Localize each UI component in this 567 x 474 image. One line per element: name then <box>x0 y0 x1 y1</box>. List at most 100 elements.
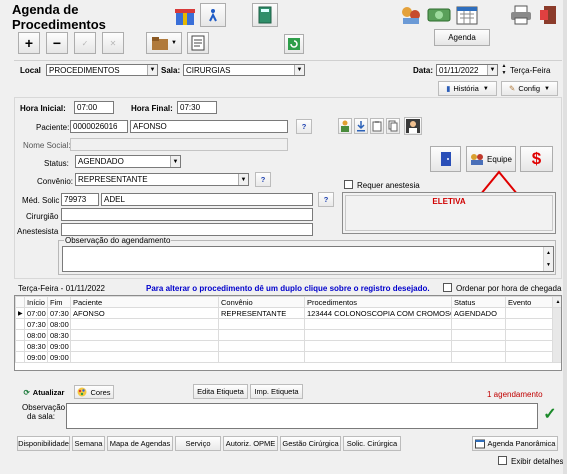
date-value: 01/11/2022 <box>439 66 479 75</box>
accessibility-icon[interactable] <box>200 3 226 27</box>
book-icon: ▮ <box>446 84 451 93</box>
money-icon[interactable] <box>426 3 452 27</box>
column-header[interactable]: Convênio <box>218 296 305 308</box>
config-button[interactable]: ✎ Config ▼ <box>501 81 558 96</box>
table-cell: 08:30 <box>47 329 71 341</box>
chevron-down-icon: ▼ <box>170 156 180 167</box>
table-cell <box>451 340 506 352</box>
column-header[interactable]: Evento <box>505 296 553 308</box>
patient-person-icon[interactable] <box>338 118 352 134</box>
agenda-panoramica-button[interactable]: Agenda Panorâmica <box>472 436 558 451</box>
status-label: Status: <box>44 159 69 168</box>
schedule-grid[interactable]: Início Fim Paciente Convênio Procediment… <box>14 295 562 371</box>
observacao-textarea[interactable]: ▲ ▼ <box>62 246 554 272</box>
tab-gestao-cirurgica[interactable]: Gestão Cirúrgica <box>280 436 341 451</box>
paciente-name-field[interactable]: AFONSO <box>130 120 288 133</box>
med-solic-help-button[interactable]: ? <box>318 192 334 207</box>
date-field[interactable]: 01/11/2022 ▼ <box>436 64 498 76</box>
table-cell: AFONSO <box>70 307 219 319</box>
copy-icon[interactable] <box>386 118 400 134</box>
download-icon[interactable] <box>354 118 368 134</box>
folder-icon[interactable]: ▼ <box>146 32 182 54</box>
edita-etiqueta-button[interactable]: Edita Etiqueta <box>193 384 248 399</box>
exit-door-icon[interactable] <box>536 3 562 27</box>
calculator-icon[interactable] <box>252 3 278 27</box>
tab-mapa-de-agendas[interactable]: Mapa de Agendas <box>107 436 173 451</box>
door-icon[interactable] <box>430 146 461 172</box>
table-cell: 08:00 <box>47 318 71 330</box>
med-solic-name-field[interactable]: ADEL <box>101 193 313 206</box>
table-cell <box>304 318 452 330</box>
hora-inicial-field[interactable]: 07:00 <box>74 101 114 114</box>
obs-sala-textarea[interactable] <box>66 403 538 429</box>
column-header[interactable]: Fim <box>47 296 71 308</box>
anestesista-field[interactable] <box>61 223 313 236</box>
exibir-detalhes-checkbox[interactable] <box>498 456 507 465</box>
printer-icon[interactable] <box>508 3 534 27</box>
doctor-icon[interactable] <box>404 117 422 135</box>
requer-anestesia-checkbox[interactable] <box>344 180 353 189</box>
table-cell: 07:30 <box>24 318 48 330</box>
tab-semana[interactable]: Semana <box>72 436 105 451</box>
status-select[interactable]: AGENDADO ▼ <box>75 155 181 168</box>
table-cell <box>505 318 553 330</box>
billing-button[interactable]: $ <box>520 146 553 172</box>
document-icon[interactable] <box>187 32 209 54</box>
column-header[interactable]: Procedimentos <box>304 296 452 308</box>
table-cell <box>218 340 305 352</box>
tab-autoriz-opme[interactable]: Autoriz. OPME <box>223 436 278 451</box>
med-solic-code-field[interactable]: 79973 <box>61 193 99 206</box>
paciente-help-button[interactable]: ? <box>296 119 312 134</box>
table-row[interactable]: ▶ 07:00 07:30 AFONSO REPRESENTANTE 12344… <box>15 307 561 363</box>
remove-button[interactable]: − <box>46 32 68 54</box>
imp-etiqueta-button[interactable]: Imp. Etiqueta <box>250 384 303 399</box>
tab-solic-cirurgica[interactable]: Solic. Cirúrgica <box>343 436 401 451</box>
cancel-button[interactable]: ✕ <box>102 32 124 54</box>
date-spinner[interactable]: ▲ ▼ <box>500 63 508 77</box>
table-row[interactable]: 09:00 09:00 <box>15 351 562 363</box>
scrollbar-track[interactable] <box>552 307 561 363</box>
refresh-icon[interactable] <box>284 34 304 54</box>
paciente-label: Paciente: <box>36 123 70 132</box>
wrench-icon: ✎ <box>509 84 516 93</box>
cirurgiao-field[interactable] <box>61 208 313 221</box>
ordenar-checkbox[interactable] <box>443 283 452 292</box>
table-cell: 09:00 <box>24 351 48 363</box>
convenio-select[interactable]: REPRESENTANTE ▼ <box>75 173 249 186</box>
add-button[interactable]: + <box>18 32 40 54</box>
table-cell <box>304 329 452 341</box>
nome-social-field[interactable] <box>70 138 288 151</box>
sala-value: CIRURGIAS <box>186 66 231 75</box>
equipe-button[interactable]: Equipe <box>466 146 516 172</box>
local-select[interactable]: PROCEDIMENTOS ▼ <box>46 64 158 76</box>
column-header[interactable]: Início <box>24 296 48 308</box>
agenda-button[interactable]: Agenda <box>434 29 490 46</box>
table-cell: AGENDADO <box>451 307 506 319</box>
table-row[interactable]: 07:30 08:00 <box>15 318 562 330</box>
obs-sala-label-2: da sala: <box>27 412 56 421</box>
cores-button[interactable]: Cores <box>74 385 114 399</box>
hora-final-field[interactable]: 07:30 <box>177 101 217 114</box>
column-header[interactable]: Paciente <box>70 296 219 308</box>
paciente-code-field[interactable]: 0000026016 <box>70 120 128 133</box>
table-cell <box>451 351 506 363</box>
historia-button[interactable]: ▮ História ▼ <box>438 81 497 96</box>
table-row[interactable]: 08:30 09:00 <box>15 340 562 352</box>
column-header[interactable]: Status <box>451 296 506 308</box>
sala-select[interactable]: CIRURGIAS ▼ <box>183 64 305 76</box>
clipboard-icon[interactable] <box>370 118 384 134</box>
convenio-help-button[interactable]: ? <box>255 172 271 187</box>
calendar-icon[interactable] <box>454 3 480 27</box>
scrollbar-up[interactable]: ▲ <box>552 296 561 308</box>
table-row[interactable]: 08:00 08:30 <box>15 329 562 341</box>
tab-servico[interactable]: Serviço <box>175 436 221 451</box>
table-cell: REPRESENTANTE <box>218 307 305 319</box>
confirm-button[interactable]: ✓ <box>74 32 96 54</box>
atualizar-button[interactable]: ⟳ Atualizar <box>16 385 72 399</box>
people-icon[interactable] <box>398 3 424 27</box>
gift-icon[interactable] <box>172 3 198 27</box>
save-obs-sala-button[interactable]: ✓ <box>541 405 559 423</box>
refresh-icon: ⟳ <box>23 387 30 397</box>
table-cell <box>70 340 219 352</box>
tab-disponibilidade[interactable]: Disponibilidade <box>17 436 70 451</box>
